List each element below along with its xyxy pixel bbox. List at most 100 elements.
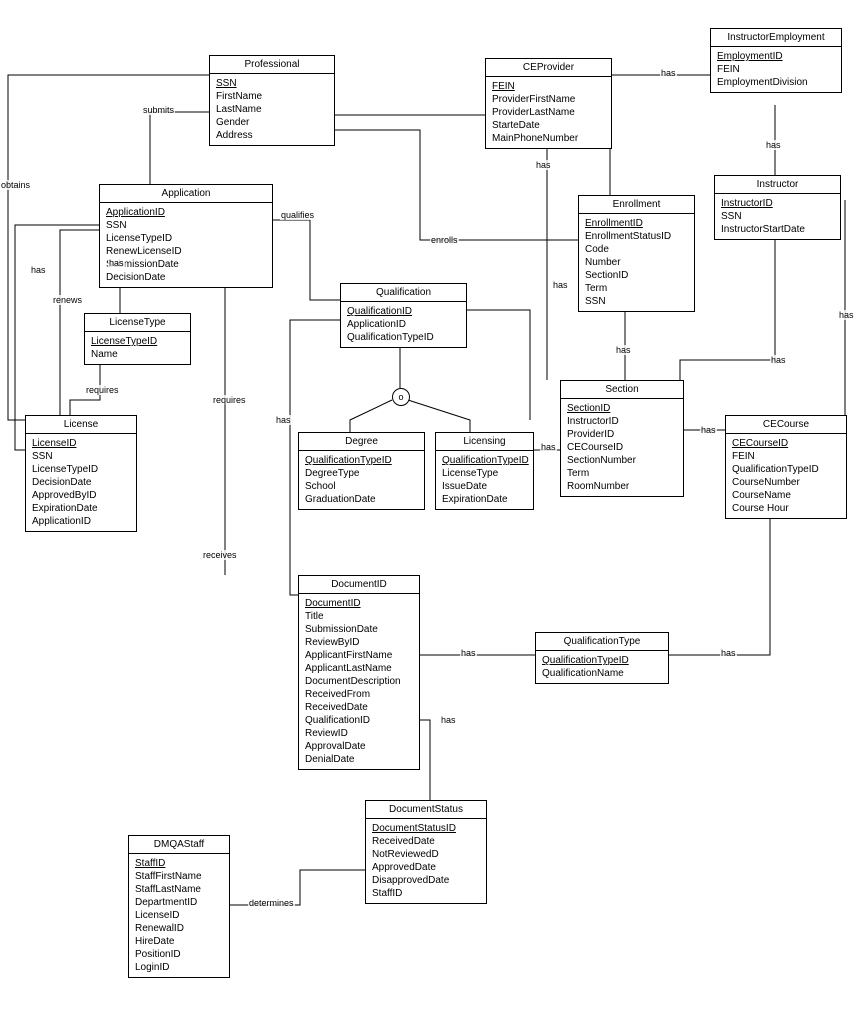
entity-qualification: Qualification QualificationID Applicatio… — [340, 283, 467, 348]
pk: QualificationTypeID — [442, 454, 527, 467]
attr: IssueDate — [442, 480, 527, 493]
pk: LicenseID — [32, 437, 130, 450]
label-has: has — [720, 648, 737, 658]
attr: EnrollmentStatusID — [585, 230, 688, 243]
attr: ApprovedDate — [372, 861, 480, 874]
label-obtains: obtains — [0, 180, 31, 190]
attr: EmploymentDivision — [717, 76, 835, 89]
pk: LicenseTypeID — [91, 335, 184, 348]
entity-title: DocumentID — [299, 576, 419, 594]
label-has: has — [540, 442, 557, 452]
entity-application: Application ApplicationID SSN LicenseTyp… — [99, 184, 273, 288]
entity-title: Enrollment — [579, 196, 694, 214]
attr: ApplicantLastName — [305, 662, 413, 675]
attr: Gender — [216, 116, 328, 129]
attr: DisapprovedDate — [372, 874, 480, 887]
attr: FEIN — [717, 63, 835, 76]
attr: Address — [216, 129, 328, 142]
entity-documentid: DocumentID DocumentID Title SubmissionDa… — [298, 575, 420, 770]
entity-instructoremployment: InstructorEmployment EmploymentID FEIN E… — [710, 28, 842, 93]
pk: QualificationTypeID — [305, 454, 418, 467]
attr: SSN — [106, 219, 266, 232]
label-has: has — [770, 355, 787, 365]
attr: ProviderID — [567, 428, 677, 441]
attr: QualificationTypeID — [347, 331, 460, 344]
attr: ApplicationID — [347, 318, 460, 331]
attr: DecisionDate — [106, 271, 266, 284]
entity-title: Instructor — [715, 176, 840, 194]
attr: StaffLastName — [135, 883, 223, 896]
entity-degree: Degree QualificationTypeID DegreeType Sc… — [298, 432, 425, 510]
pk: DocumentStatusID — [372, 822, 480, 835]
label-has: has — [30, 265, 47, 275]
attr: QualificationName — [542, 667, 662, 680]
entity-title: DocumentStatus — [366, 801, 486, 819]
attr: SubmissionDate — [305, 623, 413, 636]
label-has: has — [535, 160, 552, 170]
attr: CourseNumber — [732, 476, 840, 489]
attr: ApplicantFirstName — [305, 649, 413, 662]
attr: ReviewID — [305, 727, 413, 740]
attr: SectionID — [585, 269, 688, 282]
label-submits: submits — [142, 105, 175, 115]
attr: DegreeType — [305, 467, 418, 480]
entity-instructor: Instructor InstructorID SSN InstructorSt… — [714, 175, 841, 240]
attr: RenewLicenseID — [106, 245, 266, 258]
pk: FEIN — [492, 80, 605, 93]
attr: FirstName — [216, 90, 328, 103]
attr: SSN — [32, 450, 130, 463]
label-has: has — [275, 415, 292, 425]
entity-title: InstructorEmployment — [711, 29, 841, 47]
attr: Number — [585, 256, 688, 269]
attr: ApprovedByID — [32, 489, 130, 502]
label-determines: determines — [248, 898, 295, 908]
entity-title: License — [26, 416, 136, 434]
entity-licensing: Licensing QualificationTypeID LicenseTyp… — [435, 432, 534, 510]
attr: DepartmentID — [135, 896, 223, 909]
pk: DocumentID — [305, 597, 413, 610]
entity-title: Licensing — [436, 433, 533, 451]
attr: MainPhoneNumber — [492, 132, 605, 145]
attr: ExpirationDate — [442, 493, 527, 506]
attr: SectionNumber — [567, 454, 677, 467]
attr: LicenseTypeID — [106, 232, 266, 245]
entity-qualificationtype: QualificationType QualificationTypeID Qu… — [535, 632, 669, 684]
pk: EmploymentID — [717, 50, 835, 63]
entity-title: Degree — [299, 433, 424, 451]
pk: QualificationID — [347, 305, 460, 318]
pk: ApplicationID — [106, 206, 266, 219]
entity-title: Section — [561, 381, 683, 399]
label-requires: requires — [85, 385, 120, 395]
attr: ApplicationID — [32, 515, 130, 528]
label-renews: renews — [52, 295, 83, 305]
attr: LastName — [216, 103, 328, 116]
attr: HireDate — [135, 935, 223, 948]
attr: Term — [585, 282, 688, 295]
attr: RoomNumber — [567, 480, 677, 493]
attr: Term — [567, 467, 677, 480]
label-requires: requires — [212, 395, 247, 405]
label-has: has — [108, 258, 125, 268]
attr: StaffFirstName — [135, 870, 223, 883]
attr: DocumentDescription — [305, 675, 413, 688]
attr: StaffID — [372, 887, 480, 900]
pk: StaffID — [135, 857, 223, 870]
entity-title: CEProvider — [486, 59, 611, 77]
entity-title: Professional — [210, 56, 334, 74]
attr: ProviderFirstName — [492, 93, 605, 106]
label-has: has — [660, 68, 677, 78]
attr: LicenseTypeID — [32, 463, 130, 476]
entity-cecourse: CECourse CECourseID FEIN QualificationTy… — [725, 415, 847, 519]
attr: SubmissionDate — [106, 258, 266, 271]
attr: Title — [305, 610, 413, 623]
entity-title: Qualification — [341, 284, 466, 302]
attr: LicenseType — [442, 467, 527, 480]
attr: Name — [91, 348, 184, 361]
label-qualifies: qualifies — [280, 210, 315, 220]
pk: CECourseID — [732, 437, 840, 450]
entity-professional: Professional SSN FirstName LastName Gend… — [209, 55, 335, 146]
entity-dmqastaff: DMQAStaff StaffID StaffFirstName StaffLa… — [128, 835, 230, 978]
attr: LicenseID — [135, 909, 223, 922]
attr: StarteDate — [492, 119, 605, 132]
attr: InstructorID — [567, 415, 677, 428]
